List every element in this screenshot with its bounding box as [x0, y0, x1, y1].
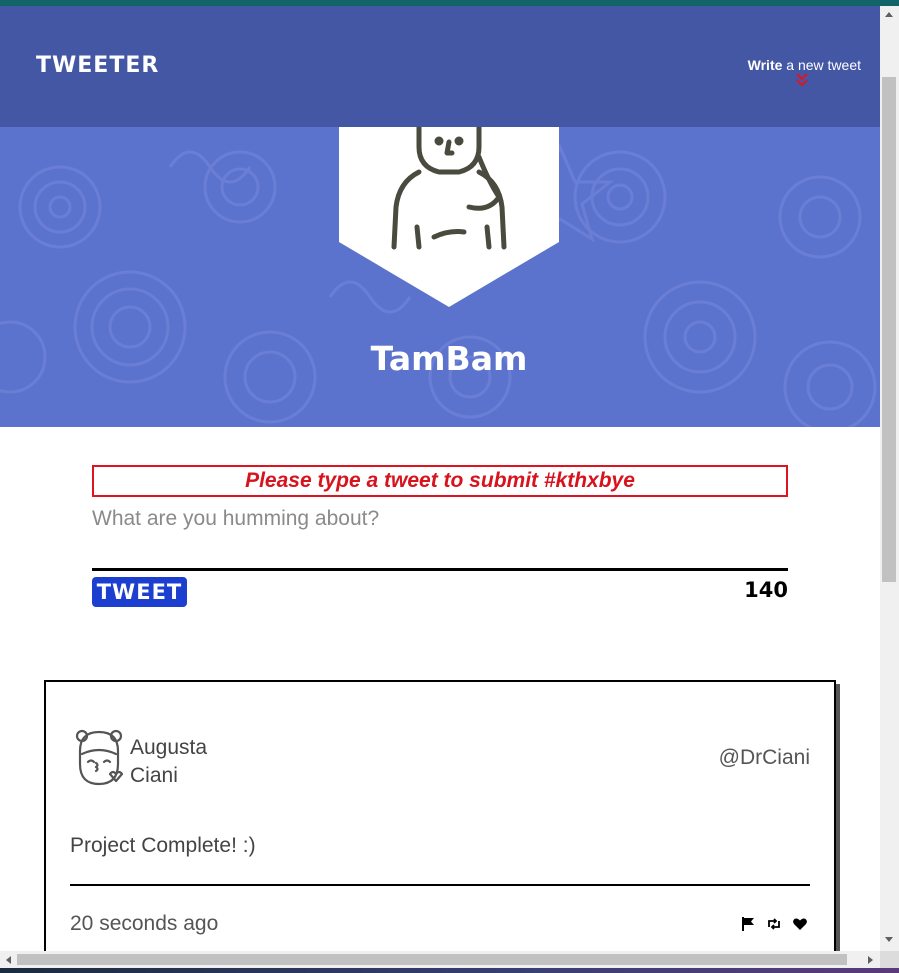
scroll-up-icon[interactable]: [885, 12, 893, 17]
flag-icon[interactable]: [740, 916, 756, 932]
compose-divider: [92, 568, 788, 571]
tweet-timestamp: 20 seconds ago: [70, 912, 219, 935]
author-avatar: [75, 729, 124, 786]
heart-icon[interactable]: [792, 916, 808, 932]
tweet-card: Augusta Ciani @DrCiani Project Complete!…: [44, 680, 836, 951]
scroll-down-icon[interactable]: [885, 937, 893, 942]
author-first-name: Augusta: [130, 736, 208, 759]
profile-username: TamBam: [370, 339, 528, 378]
horizontal-scrollbar[interactable]: [0, 951, 880, 968]
tweet-submit-button[interactable]: TWEET: [92, 577, 187, 607]
vertical-scrollbar[interactable]: [880, 6, 899, 951]
author-handle: @DrCiani: [718, 746, 810, 769]
tweet-input[interactable]: [92, 507, 788, 567]
compose-toggle[interactable]: Write a new tweet: [748, 57, 861, 73]
author-name: Augusta Ciani: [130, 734, 207, 790]
double-chevron-down-icon[interactable]: [795, 72, 809, 88]
author-last-name: Ciani: [130, 764, 178, 787]
compose-toggle-bold: Write: [747, 57, 783, 73]
character-counter: 140: [744, 578, 788, 602]
horizontal-scroll-thumb[interactable]: [17, 954, 847, 965]
tweet-divider: [70, 884, 810, 886]
tweet-content: Project Complete! :): [70, 834, 256, 857]
tweet-actions: [740, 916, 808, 932]
compose-toggle-text: a new tweet: [782, 57, 861, 73]
error-message: Please type a tweet to submit #kthxbye: [92, 465, 788, 497]
retweet-icon[interactable]: [766, 916, 782, 932]
scrollbar-corner: [880, 951, 899, 968]
scroll-right-icon[interactable]: [868, 956, 873, 964]
scroll-left-icon[interactable]: [6, 956, 11, 964]
vertical-scroll-thumb[interactable]: [882, 77, 896, 582]
profile-banner: TamBam: [0, 127, 880, 427]
profile-avatar: [339, 127, 559, 307]
navbar: TWEETER Write a new tweet: [0, 6, 880, 127]
page-viewport: TWEETER Write a new tweet TamBam Please …: [0, 6, 880, 951]
desktop-background-strip: [0, 968, 899, 973]
brand-logo[interactable]: TWEETER: [36, 53, 159, 78]
